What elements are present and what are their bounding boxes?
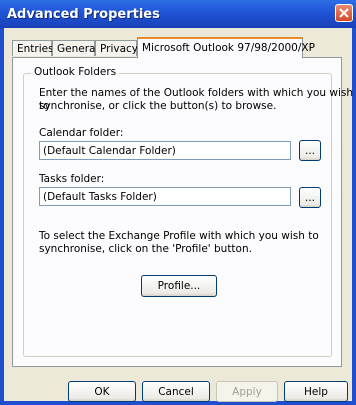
tab-privacy[interactable]: Privacy [95, 40, 139, 56]
tasks-browse-button[interactable]: ... [299, 187, 321, 208]
window-border-left [0, 28, 4, 405]
calendar-folder-label: Calendar folder: [39, 127, 124, 139]
apply-button[interactable]: Apply [216, 381, 278, 402]
profile-text-line1: To select the Exchange Profile with whic… [39, 230, 319, 242]
window-title: Advanced Properties [7, 7, 160, 22]
ok-button[interactable]: OK [68, 381, 136, 402]
calendar-browse-button[interactable]: ... [299, 140, 321, 161]
tab-entries-label: Entries [17, 43, 54, 55]
tasks-folder-label: Tasks folder: [39, 173, 105, 185]
title-bar[interactable]: Advanced Properties [0, 0, 356, 28]
window-border-right [352, 28, 356, 405]
help-button[interactable]: Help [284, 381, 348, 402]
tab-general-label: General [57, 43, 99, 55]
intro-text-line2: synchronise, or click the button(s) to b… [39, 100, 277, 112]
profile-text-line2: synchronise, click on the 'Profile' butt… [39, 243, 252, 255]
close-icon [339, 8, 349, 18]
advanced-properties-dialog: Advanced Properties Entries General Priv… [0, 0, 356, 405]
close-button[interactable] [335, 4, 353, 22]
tab-entries[interactable]: Entries [12, 40, 54, 56]
tab-privacy-label: Privacy [100, 43, 139, 55]
tab-general[interactable]: General [52, 40, 99, 56]
tab-microsoft-outlook-label: Microsoft Outlook 97/98/2000/XP [142, 42, 315, 54]
cancel-button[interactable]: Cancel [142, 381, 210, 402]
tab-microsoft-outlook[interactable]: Microsoft Outlook 97/98/2000/XP [137, 37, 315, 58]
outlook-folders-group [23, 73, 332, 357]
profile-button[interactable]: Profile... [141, 275, 217, 297]
tasks-folder-input[interactable] [39, 187, 291, 206]
calendar-folder-input[interactable] [39, 141, 291, 160]
group-label: Outlook Folders [31, 66, 120, 78]
